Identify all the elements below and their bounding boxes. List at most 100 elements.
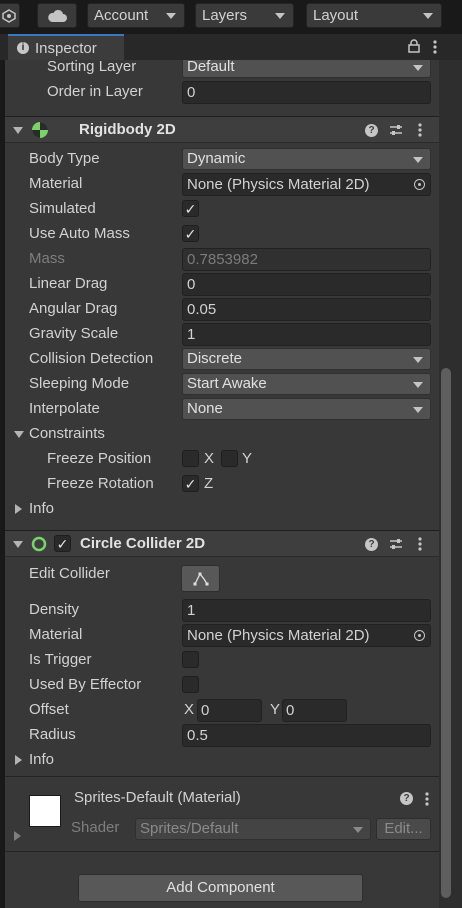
fold-right-icon[interactable]	[14, 831, 21, 841]
simulated-label: Simulated	[29, 200, 96, 217]
edit-collider-button[interactable]	[181, 565, 220, 592]
angular-drag-row: Angular Drag 0.05	[5, 297, 439, 322]
collision-detection-dropdown[interactable]: Discrete	[182, 348, 431, 370]
kebab-menu-icon[interactable]	[418, 123, 422, 137]
freeze-position-x-checkbox[interactable]	[182, 450, 199, 467]
collab-button[interactable]	[0, 3, 20, 28]
order-in-layer-field[interactable]: 0	[182, 81, 431, 104]
use-auto-mass-label: Use Auto Mass	[29, 225, 130, 242]
rb-material-field[interactable]: None (Physics Material 2D)	[182, 173, 431, 196]
use-auto-mass-checkbox[interactable]: ✓	[182, 225, 199, 242]
freeze-position-y-checkbox[interactable]	[221, 450, 238, 467]
rigidbody-title: Rigidbody 2D	[79, 121, 176, 138]
interpolate-dropdown[interactable]: None	[182, 398, 431, 420]
rb-info-foldout[interactable]: Info	[5, 497, 439, 522]
sorting-layer-label: Sorting Layer	[47, 60, 137, 75]
material-title: Sprites-Default (Material)	[74, 789, 241, 806]
radius-label: Radius	[29, 726, 76, 743]
order-in-layer-label: Order in Layer	[47, 83, 143, 100]
sleeping-mode-dropdown[interactable]: Start Awake	[182, 373, 431, 395]
freeze-position-row: Freeze Position X Y	[5, 447, 439, 472]
cc-material-row: Material None (Physics Material 2D)	[5, 623, 439, 648]
fold-right-icon[interactable]	[15, 755, 22, 765]
layout-dropdown[interactable]: Layout	[306, 3, 442, 28]
sleeping-mode-value: Start Awake	[187, 375, 267, 392]
account-dropdown[interactable]: Account	[87, 3, 185, 28]
collab-icon	[2, 9, 16, 23]
linear-drag-row: Linear Drag 0	[5, 272, 439, 297]
circle-collider-enabled-checkbox[interactable]: ✓	[54, 535, 71, 552]
angular-drag-label: Angular Drag	[29, 300, 118, 317]
gravity-scale-field[interactable]: 1	[182, 323, 431, 346]
rb-material-label: Material	[29, 175, 83, 192]
is-trigger-row: Is Trigger	[5, 648, 439, 673]
collision-detection-row: Collision Detection Discrete	[5, 347, 439, 372]
is-trigger-checkbox[interactable]	[182, 651, 199, 668]
cloud-button[interactable]	[37, 3, 77, 28]
offset-x-field[interactable]: 0	[197, 699, 262, 722]
shader-edit-button[interactable]: Edit...	[376, 818, 431, 840]
sleeping-mode-label: Sleeping Mode	[29, 375, 130, 392]
edit-collider-icon	[193, 572, 209, 586]
density-field[interactable]: 1	[182, 599, 431, 622]
used-by-effector-checkbox[interactable]	[182, 676, 199, 693]
body-type-value: Dynamic	[187, 150, 246, 167]
density-row: Density 1	[5, 598, 439, 623]
chevron-down-icon	[353, 827, 363, 833]
circle-collider-header[interactable]: ✓ Circle Collider 2D ?	[5, 530, 439, 557]
collision-detection-value: Discrete	[187, 350, 243, 367]
freeze-rotation-z-checkbox[interactable]: ✓	[182, 475, 199, 492]
offset-y-field[interactable]: 0	[282, 699, 347, 722]
freeze-position-y-label: Y	[242, 450, 253, 467]
lock-icon[interactable]	[408, 39, 420, 53]
gravity-scale-label: Gravity Scale	[29, 325, 119, 342]
kebab-menu-icon[interactable]	[425, 792, 429, 806]
gravity-scale-row: Gravity Scale 1	[5, 322, 439, 347]
help-icon[interactable]: ?	[365, 124, 378, 137]
circle-collider-icon	[31, 536, 47, 552]
mass-field: 0.7853982	[182, 248, 431, 271]
body-type-row: Body Type Dynamic	[5, 147, 439, 172]
angular-drag-field[interactable]: 0.05	[182, 298, 431, 321]
chevron-down-icon	[275, 13, 285, 19]
kebab-menu-icon[interactable]	[433, 40, 437, 54]
simulated-checkbox[interactable]: ✓	[182, 200, 199, 217]
tab-inspector-label: Inspector	[35, 40, 97, 57]
radius-field[interactable]: 0.5	[182, 724, 431, 747]
info-icon: i	[17, 42, 29, 54]
freeze-rotation-z-label: Z	[204, 475, 214, 492]
circle-collider-title: Circle Collider 2D	[80, 535, 206, 552]
fold-down-icon[interactable]	[13, 127, 23, 134]
object-picker-icon[interactable]	[414, 179, 425, 190]
fold-down-icon[interactable]	[13, 541, 23, 548]
fold-right-icon[interactable]	[15, 504, 22, 514]
scrollbar-thumb[interactable]	[441, 368, 451, 898]
rb-material-row: Material None (Physics Material 2D)	[5, 172, 439, 197]
cc-info-foldout[interactable]: Info	[5, 748, 439, 773]
add-component-button[interactable]: Add Component	[78, 874, 363, 902]
layers-dropdown[interactable]: Layers	[195, 3, 294, 28]
object-picker-icon[interactable]	[414, 630, 425, 641]
chevron-down-icon	[413, 357, 423, 363]
linear-drag-field[interactable]: 0	[182, 273, 431, 296]
material-preview-swatch[interactable]	[29, 795, 61, 827]
body-type-dropdown[interactable]: Dynamic	[182, 148, 431, 170]
help-icon[interactable]: ?	[400, 792, 413, 805]
shader-dropdown[interactable]: Sprites/Default	[135, 818, 371, 840]
mass-label: Mass	[29, 250, 65, 267]
presets-icon[interactable]	[389, 537, 403, 551]
tab-inspector[interactable]: i Inspector	[8, 34, 124, 60]
rigidbody-header[interactable]: Rigidbody 2D ?	[5, 116, 439, 143]
mass-row: Mass 0.7853982	[5, 247, 439, 272]
cc-material-field[interactable]: None (Physics Material 2D)	[182, 624, 431, 647]
sleeping-mode-row: Sleeping Mode Start Awake	[5, 372, 439, 397]
kebab-menu-icon[interactable]	[418, 537, 422, 551]
fold-down-icon[interactable]	[14, 431, 24, 438]
presets-icon[interactable]	[389, 123, 403, 137]
inspector-tabbar: i Inspector	[0, 34, 462, 60]
material-section: Sprites-Default (Material) ? Shader Spri…	[5, 776, 439, 852]
sorting-layer-dropdown[interactable]: Default	[182, 60, 431, 78]
constraints-foldout[interactable]: Constraints	[5, 422, 439, 447]
edit-collider-row: Edit Collider	[5, 562, 439, 596]
help-icon[interactable]: ?	[365, 538, 378, 551]
